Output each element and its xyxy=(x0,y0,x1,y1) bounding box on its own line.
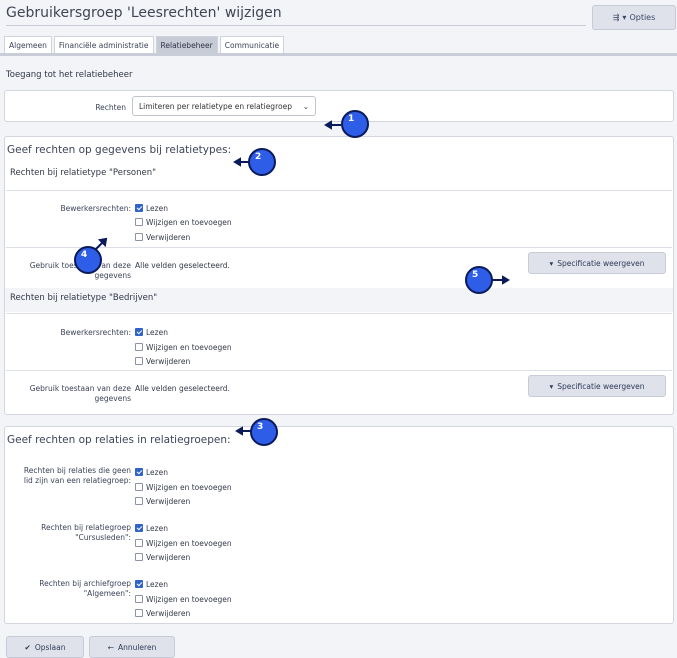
marker-number: 5 xyxy=(472,270,479,280)
annotation-marker-3: 3 xyxy=(250,418,278,446)
arrowhead xyxy=(502,275,510,285)
marker-number: 1 xyxy=(348,114,355,124)
annotation-marker-5: 5 xyxy=(465,266,493,294)
arrowhead xyxy=(324,120,332,130)
marker-number: 2 xyxy=(255,152,262,162)
annotation-marker-2: 2 xyxy=(248,148,276,176)
annotation-marker-1: 1 xyxy=(341,110,369,138)
marker-number: 3 xyxy=(257,422,264,432)
marker-number: 4 xyxy=(81,250,88,260)
arrowhead xyxy=(235,426,243,436)
arrowhead xyxy=(233,157,241,167)
annotation-arrows xyxy=(93,120,510,436)
annotation-marker-4: 4 xyxy=(74,246,102,274)
